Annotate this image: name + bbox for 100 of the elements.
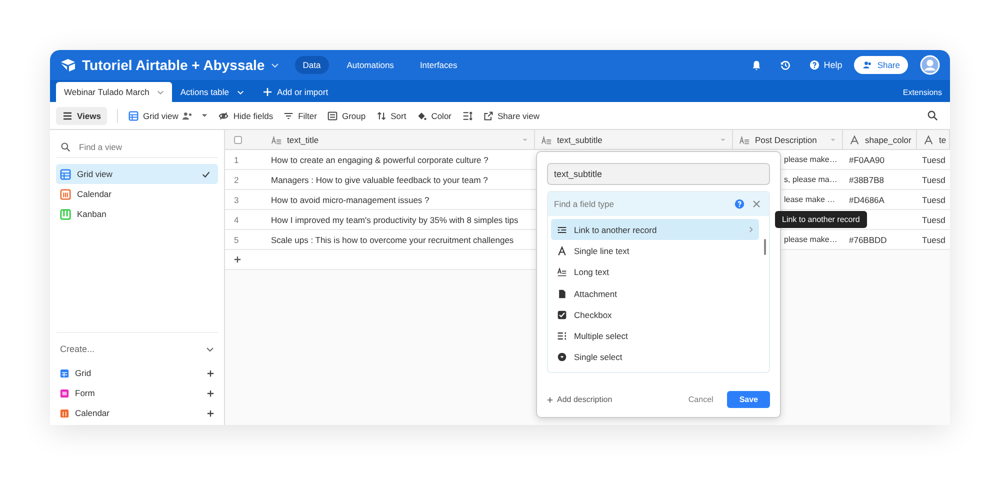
- sort-icon: [376, 110, 387, 120]
- grid-icon: [128, 110, 139, 120]
- calendar-icon: [60, 408, 69, 418]
- table-cell: Tuesd: [922, 194, 946, 204]
- caret-icon[interactable]: [157, 90, 164, 94]
- field-name-input[interactable]: text_subtitle: [547, 163, 770, 185]
- document-icon: [557, 288, 567, 299]
- plus-icon: [547, 396, 553, 402]
- column-header[interactable]: shape_color: [843, 130, 917, 149]
- view-search-field[interactable]: Find a view: [77, 140, 207, 152]
- create-view-item[interactable]: Form: [60, 383, 214, 403]
- help-button[interactable]: Help: [808, 60, 842, 70]
- search-icon[interactable]: [927, 110, 938, 121]
- avatar-icon[interactable]: [920, 55, 940, 75]
- field-type-option[interactable]: Checkbox: [551, 304, 759, 326]
- kanban-icon: [60, 208, 71, 220]
- table-cell: Tuesd: [922, 174, 946, 184]
- view-item[interactable]: Kanban: [56, 204, 218, 224]
- nav-tab[interactable]: Interfaces: [412, 56, 466, 74]
- toolbar-button[interactable]: Hide fields: [218, 110, 274, 120]
- field-type-option[interactable]: Long text: [551, 262, 759, 283]
- field-type-option[interactable]: Multiple select: [551, 325, 759, 347]
- column-header[interactable]: Post Description: [733, 130, 843, 149]
- collapse-icon[interactable]: [206, 346, 214, 352]
- toolbar-button[interactable]: Share view: [482, 110, 540, 120]
- scrollbar[interactable]: [764, 239, 766, 255]
- row-number: 3: [233, 194, 240, 206]
- table-cell: How I improved my team's productivity by 35% with 8 simples tips: [271, 214, 518, 224]
- history-icon[interactable]: [780, 60, 791, 70]
- row-number: 5: [233, 234, 240, 246]
- field-type-search-field[interactable]: Find a field type: [548, 192, 769, 216]
- create-view-item[interactable]: Calendar: [60, 403, 214, 423]
- add-import-button[interactable]: Add or import: [252, 82, 338, 102]
- close-icon[interactable]: [751, 199, 762, 209]
- people-icon: [862, 60, 874, 70]
- toolbar-button[interactable]: Group: [326, 110, 366, 120]
- table-cell: #76BBDD: [849, 234, 887, 244]
- toolbar-button[interactable]: Sort: [376, 110, 406, 120]
- table-cell: s, please ma…: [784, 175, 838, 184]
- eye-slash-icon: [218, 110, 230, 120]
- question-icon: [808, 60, 820, 70]
- column-header[interactable]: text_title: [265, 130, 535, 149]
- nav-tab[interactable]: Automations: [338, 56, 402, 74]
- plus-icon[interactable]: [207, 410, 214, 416]
- views-button[interactable]: Views: [56, 106, 107, 124]
- column-header[interactable]: text_subtitle: [535, 130, 733, 149]
- create-view-item[interactable]: Grid: [60, 363, 214, 383]
- add-row-icon[interactable]: [234, 256, 241, 263]
- view-item[interactable]: Calendar: [56, 184, 218, 204]
- view-switcher[interactable]: Grid view: [128, 110, 208, 120]
- plus-icon[interactable]: [207, 390, 214, 396]
- letter-a-icon: [557, 246, 567, 256]
- save-button[interactable]: Save: [727, 391, 770, 408]
- table-cell: #D4686A: [849, 194, 884, 204]
- toolbar-button[interactable]: Filter: [283, 110, 317, 120]
- column-header[interactable]: te: [917, 130, 950, 149]
- people-icon: [182, 110, 194, 120]
- filter-icon: [283, 110, 294, 120]
- table-tab[interactable]: Webinar Tulado March: [56, 82, 172, 102]
- list-icon: [557, 331, 567, 342]
- form-icon: [60, 388, 69, 398]
- dropdown-circle-icon: [557, 352, 567, 362]
- letter-a-icon: [923, 134, 934, 144]
- field-type-option[interactable]: Single select: [551, 346, 759, 368]
- table-cell: please make…: [784, 155, 838, 164]
- row-number: 1: [233, 154, 240, 166]
- table-cell: please make…: [784, 235, 838, 244]
- paint-bucket-icon: [416, 110, 428, 120]
- table-cell: #F0AA90: [849, 154, 884, 164]
- select-all-checkbox[interactable]: [234, 136, 242, 144]
- search-icon: [60, 142, 71, 152]
- field-type-option[interactable]: Attachment: [551, 282, 759, 304]
- table-cell: How to avoid micro-management issues ?: [271, 194, 430, 204]
- nav-tab[interactable]: Data: [294, 56, 329, 74]
- logo-icon: [60, 58, 76, 72]
- add-description-button[interactable]: Add description: [547, 395, 612, 404]
- letter-a-icon: [849, 134, 860, 144]
- plus-icon[interactable]: [207, 370, 214, 376]
- toolbar-button[interactable]: Color: [416, 110, 452, 120]
- view-item[interactable]: Grid view: [56, 164, 218, 184]
- bell-icon[interactable]: [750, 60, 762, 70]
- extensions-button[interactable]: Extensions: [894, 82, 950, 102]
- create-label: Create...: [60, 344, 95, 354]
- calendar-icon: [60, 188, 71, 200]
- row-number: 2: [233, 174, 240, 186]
- table-cell: lease make …: [784, 195, 836, 204]
- cancel-button[interactable]: Cancel: [682, 391, 720, 408]
- long-text-icon: [739, 134, 750, 144]
- base-title[interactable]: Tutoriel Airtable + Abyssale: [82, 57, 265, 73]
- share-button[interactable]: Share: [854, 56, 908, 74]
- table-tab[interactable]: Actions table: [172, 82, 252, 102]
- help-icon[interactable]: [734, 199, 745, 209]
- row-height-button[interactable]: [462, 110, 472, 120]
- long-text-icon: [541, 134, 552, 144]
- long-text-icon: [271, 134, 282, 144]
- field-type-option[interactable]: Link to another record: [551, 219, 759, 240]
- tooltip: Link to another record: [775, 211, 867, 228]
- link-lines-icon: [557, 224, 567, 235]
- plus-icon: [262, 87, 274, 97]
- field-type-option[interactable]: Single line text: [551, 240, 759, 262]
